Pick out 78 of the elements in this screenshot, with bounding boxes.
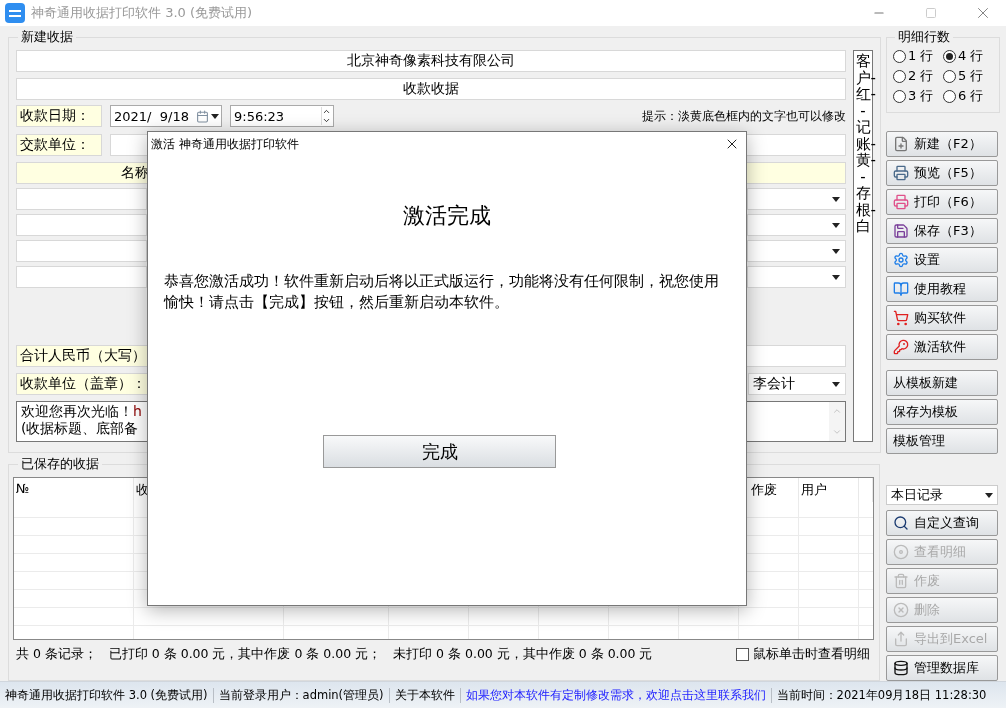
payer-label: 交款单位： [16,134,102,156]
spin-up-icon[interactable] [322,107,331,116]
dialog-title: 激活 神奇通用收据打印软件 [151,135,299,153]
action-button[interactable]: 购买软件 [886,305,998,331]
status-text: 神奇通用收据打印软件 3.0 (免费试用) [5,687,209,703]
summary-text: 共 0 条记录； 已打印 0 条 0.00 元，其中作废 0 条 0.00 元； 未打印 0 条 0.00 元，其中作废 0 条 0.00 元 [16,646,654,663]
caret-icon[interactable] [832,248,840,254]
filter-dropdown[interactable]: 本日记录 [886,485,998,505]
column-header: 收 [136,482,149,497]
click-to-view-checkbox[interactable]: 鼠标单击时查看明细 [736,646,870,663]
column-header: 用户 [801,482,827,497]
action-button[interactable]: 激活软件 [886,334,998,360]
dialog-heading: 激活完成 [403,202,491,230]
action-button[interactable]: 打印（F6） [886,189,998,215]
radio-option[interactable]: 2 行 [893,66,943,86]
cart-icon [893,310,909,326]
book-icon [893,281,909,297]
radio-option[interactable]: 4 行 [943,46,993,66]
disc-icon [893,544,909,560]
chevron-up-icon[interactable] [832,406,842,416]
radio-option[interactable]: 5 行 [943,66,993,86]
maximize-icon [925,7,937,19]
group-title: 新建收据 [20,28,74,46]
status-text: 当前登录用户：admin(管理员) [212,687,389,703]
caret-icon[interactable] [832,381,840,387]
status-text: 关于本软件 [388,687,460,703]
search-icon [893,515,909,531]
item-field[interactable] [16,266,147,288]
app-logo-icon [5,3,25,23]
caret-icon[interactable] [211,113,219,119]
key-icon [893,339,909,355]
status-text: 当前时间：2021年09月18日 11:28:30 [770,687,992,703]
radio-option[interactable]: 1 行 [893,46,943,66]
spin-down-icon[interactable] [322,116,331,125]
caret-icon[interactable] [832,222,840,228]
action-button[interactable]: 新建（F2） [886,131,998,157]
finish-button[interactable]: 完成 [323,435,556,468]
trash-icon [893,573,909,589]
action-button[interactable]: 保存（F3） [886,218,998,244]
contact-link[interactable]: 如果您对本软件有定制修改需求，欢迎点击这里联系我们 [459,687,771,703]
printer-icon [893,194,909,210]
chevron-down-icon[interactable] [832,427,842,437]
template-button[interactable]: 从模板新建 [886,370,998,396]
time-field[interactable]: 9:56:23 [230,105,334,127]
item-field[interactable] [16,214,147,236]
date-picker[interactable]: 2021/ 9/18 [110,105,222,127]
printer-icon [893,165,909,181]
database-icon [893,660,909,676]
group-title: 已保存的收据 [20,455,100,473]
item-field[interactable] [16,188,147,210]
payee-combo[interactable]: 李会计 [748,373,846,395]
item-field[interactable] [16,240,147,262]
company-field[interactable]: 北京神奇像素科技有限公司 [16,50,846,72]
action-button[interactable]: 使用教程 [886,276,998,302]
date-label: 收款日期： [16,105,102,127]
window-title: 神奇通用收据打印软件 3.0 (免费试用) [31,4,254,22]
receipt-title-field[interactable]: 收款收据 [16,78,846,100]
caret-icon[interactable] [985,492,993,498]
scrollbar[interactable] [829,402,845,441]
action-button[interactable]: 预览（F5） [886,160,998,186]
radio-option[interactable]: 3 行 [893,86,943,106]
column-header: № [16,481,30,496]
action-button[interactable]: 设置 [886,247,998,273]
query-button[interactable]: 管理数据库 [886,655,998,681]
caret-icon[interactable] [832,196,840,202]
column-header: 作废 [751,482,777,497]
query-button[interactable]: 自定义查询 [886,510,998,536]
file-plus-icon [893,136,909,152]
group-title: 明细行数 [897,28,951,46]
template-button[interactable]: 保存为模板 [886,399,998,425]
share-icon [893,631,909,647]
caret-icon[interactable] [832,274,840,280]
x-circle-icon [893,602,909,618]
dialog-message: 恭喜您激活成功！软件重新启动后将以正式版运行，功能将没有任何限制，祝您使用愉快！请点击【完成】按钮，然后重新启动本软件。 [164,271,720,313]
template-button[interactable]: 模板管理 [886,428,998,454]
settings-icon [893,252,909,268]
radio-option[interactable]: 6 行 [943,86,993,106]
hint-text: 提示：淡黄底色框内的文字也可以修改 [642,107,846,125]
